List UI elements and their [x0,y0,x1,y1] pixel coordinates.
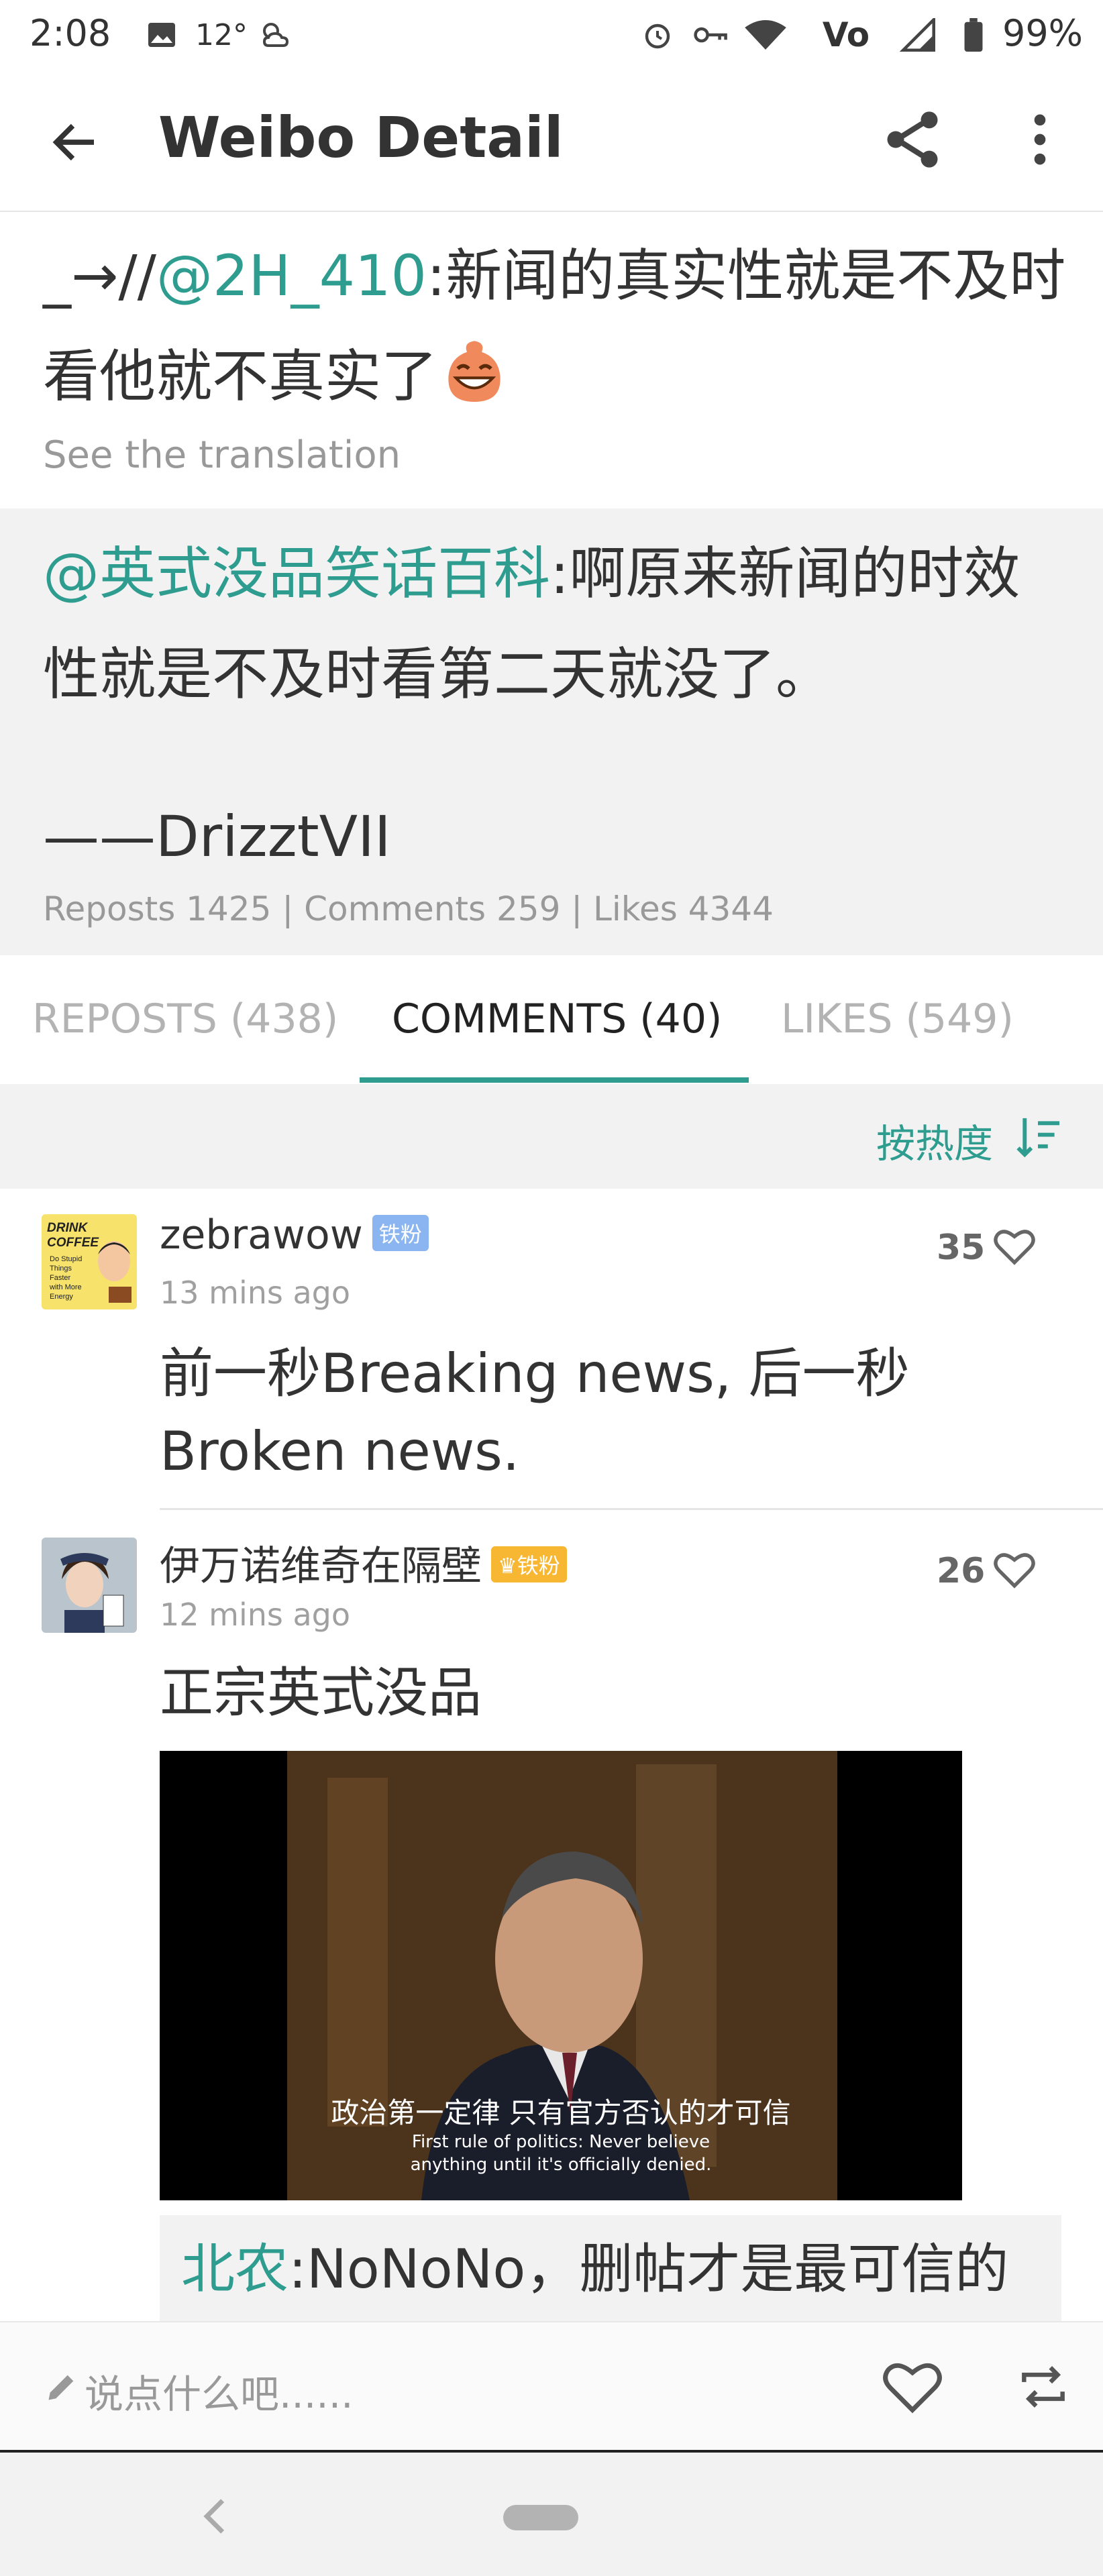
tab-likes[interactable]: LIKES (549) [781,996,1014,1042]
comment-input[interactable]: 说点什么吧...... [85,2363,354,2419]
top-app-bar: Weibo Detail [0,72,1103,212]
laughing-face-icon [437,335,511,409]
battery-percent: 99% [1002,12,1083,54]
quoted-signature: ——DrizztVII [43,804,391,869]
comment-list: DRINK COFFEE Do Stupid Things Faster wit… [0,1189,1103,2321]
avatar-text-line: COFFEE [47,1236,99,1250]
post-mention-link[interactable]: @2H_410 [156,243,427,309]
quoted-post[interactable]: @英式没品笑话百科:啊原来新闻的时效性就是不及时看第二天就没了。 ——Drizz… [0,508,1103,955]
video-subtitle-english-line: First rule of politics: Never believe [411,2132,711,2152]
reply-author-link[interactable]: 北农 [181,2238,288,2300]
signal-icon [896,15,941,55]
heart-icon[interactable] [993,1550,1036,1590]
comment-like-count: 26 [937,1551,986,1591]
back-arrow-icon[interactable] [47,114,103,170]
quoted-stats: Reposts 1425 | Comments 259 | Likes 4344 [43,890,774,928]
fan-badge: 铁粉 [372,1215,429,1251]
comment-video-thumbnail[interactable]: 政治第一定律 只有官方否认的才可信 First rule of politics… [160,1751,962,2200]
heart-icon[interactable] [993,1226,1036,1267]
alarm-icon [639,15,676,55]
comment-divider [160,1508,1103,1510]
fan-badge: ♛铁粉 [491,1546,567,1582]
comment-author-name[interactable]: 伊万诺维奇在隔壁 [160,1543,482,1590]
status-bar: 2:08 12° Vo 99% [0,0,1103,72]
home-pill-button[interactable] [503,2505,578,2530]
share-icon[interactable] [879,106,946,173]
tab-reposts[interactable]: REPOSTS (438) [32,996,338,1042]
battery-icon [962,15,985,55]
quoted-text: @英式没品笑话百科:啊原来新闻的时效性就是不及时看第二天就没了。 [43,523,1069,724]
video-subtitle-english: First rule of politics: Never believe any… [160,2131,962,2176]
sort-icon[interactable] [1014,1115,1061,1158]
more-vert-icon[interactable] [1006,106,1073,173]
reply-text: 北农:NoNoNo，删帖才是最可信的 [181,2226,1008,2304]
like-button-heart-icon[interactable] [882,2356,943,2418]
fan-badge-label: 铁粉 [517,1553,560,1578]
reply-content: :NoNoNo，删帖才是最可信的 [288,2238,1009,2300]
page-title: Weibo Detail [158,105,564,170]
avatar-text-line: Faster [50,1274,71,1282]
image-icon [144,15,180,55]
status-time: 2:08 [30,12,111,54]
sort-by-popularity-button[interactable]: 按热度 [876,1112,993,1169]
post-body: _→//@2H_410:新闻的真实性就是不及时看他就不真实了 See the t… [0,212,1103,508]
comment-reply-preview[interactable]: 北农:NoNoNo，删帖才是最可信的 [160,2215,1061,2321]
comment-time: 13 mins ago [160,1275,351,1311]
nav-back-icon[interactable] [195,2493,235,2540]
volte-icon: Vo [822,15,870,54]
sort-bar: 按热度 [0,1084,1103,1189]
comment-author[interactable]: zebrawow 铁粉 [160,1212,429,1258]
status-temperature: 12° [195,17,248,52]
avatar[interactable] [42,1538,137,1633]
vpn-key-icon [691,15,731,55]
comment-like-count: 35 [937,1228,986,1268]
wifi-icon [741,15,790,55]
avatar[interactable]: DRINK COFFEE Do Stupid Things Faster wit… [42,1214,137,1309]
comment-text: 正宗英式没品 [160,1662,482,1724]
crown-icon: ♛ [498,1553,517,1578]
tab-comments[interactable]: COMMENTS (40) [392,996,722,1042]
comment-author[interactable]: 伊万诺维奇在隔壁 ♛铁粉 [160,1534,567,1592]
post-text: _→//@2H_410:新闻的真实性就是不及时看他就不真实了 [43,225,1069,427]
video-subtitle-english-line: anything until it's officially denied. [410,2155,712,2175]
system-navigation-bar [0,2450,1103,2576]
see-translation-link[interactable]: See the translation [43,433,401,477]
comment-input-bar: 说点什么吧...... [0,2321,1103,2450]
cloudy-icon [258,15,298,55]
avatar-text-line: Do Stupid [50,1255,82,1263]
pencil-icon [44,2369,79,2404]
comment-author-name[interactable]: zebrawow [160,1212,363,1258]
post-prefix: _→// [43,243,156,309]
comment-text: 前一秒Breaking news, 后一秒Broken news. [160,1342,910,1483]
detail-tabs: REPOSTS (438) COMMENTS (40) LIKES (549) [0,955,1103,1084]
avatar-text-line: with More [49,1283,82,1291]
active-tab-indicator [360,1077,749,1083]
video-subtitle-chinese: 政治第一定律 只有官方否认的才可信 [331,2096,791,2129]
comment-item: 伊万诺维奇在隔壁 ♛铁粉 12 mins ago 26 正宗英式没品 政治第一定… [0,1511,1103,2321]
comment-time: 12 mins ago [160,1597,351,1633]
comment-item: DRINK COFFEE Do Stupid Things Faster wit… [0,1189,1103,1511]
avatar-text-line: Energy [50,1293,73,1301]
avatar-text-line: Things [50,1265,72,1273]
repost-icon[interactable] [1014,2356,1072,2418]
avatar-text-line: DRINK [47,1221,88,1235]
quoted-mention-link[interactable]: @英式没品笑话百科 [43,541,550,606]
